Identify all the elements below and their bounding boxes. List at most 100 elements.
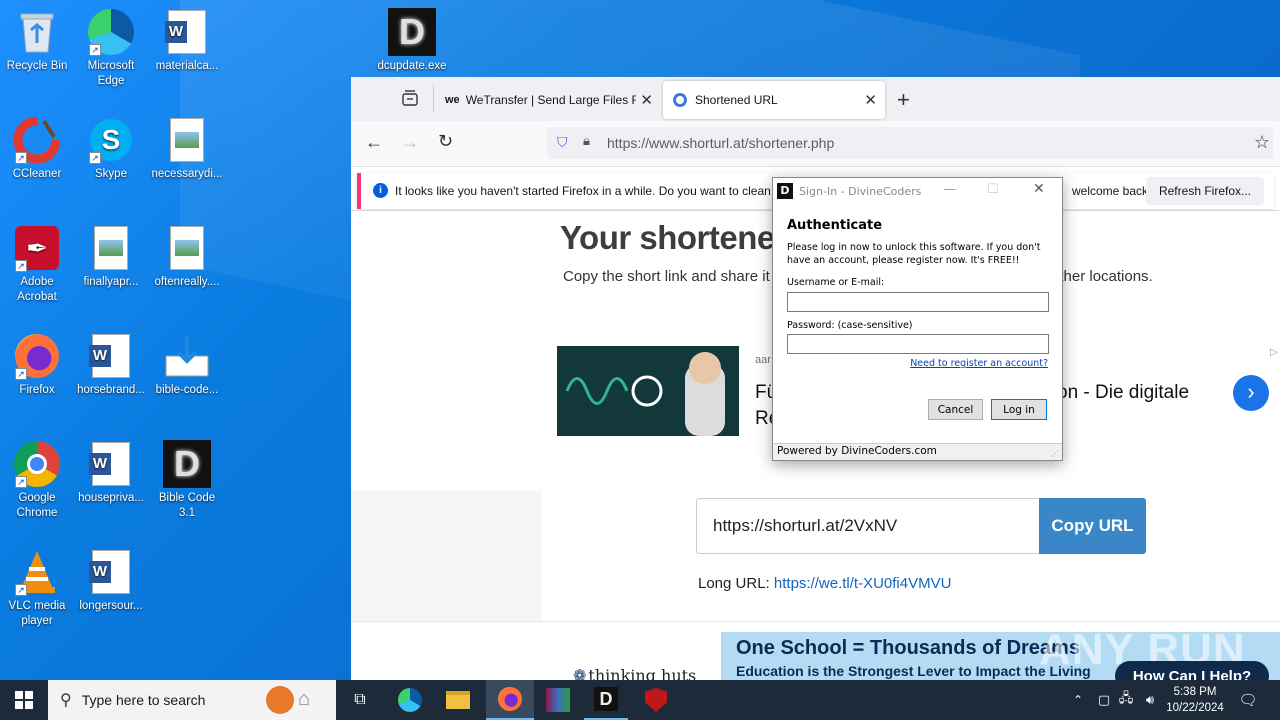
desktop-icon-label: Recycle Bin bbox=[6, 60, 68, 72]
recycle-bin-icon bbox=[13, 8, 61, 56]
tab-overview-icon[interactable] bbox=[401, 89, 419, 107]
meet-now-icon[interactable]: ▢ bbox=[1094, 680, 1114, 720]
image-file-icon bbox=[87, 224, 135, 272]
ad-image bbox=[557, 346, 739, 436]
firefox-icon: ↗ bbox=[13, 332, 61, 380]
short-url-field[interactable]: https://shorturl.at/2VxNV bbox=[696, 498, 1040, 554]
notice-text-tail: welcome back! bbox=[1072, 184, 1152, 198]
skype-icon: S ↗ bbox=[87, 116, 135, 164]
cancel-button[interactable]: Cancel bbox=[928, 399, 983, 420]
desktop-icon-label: Google Chrome bbox=[16, 492, 58, 519]
taskbar: ⚲ Type here to search ⌂ ⧉ D ⌃ ▢ 🖧︎ 🔊︎ 5:… bbox=[0, 680, 1280, 720]
username-label: Username or E-mail: bbox=[787, 277, 885, 288]
tab-bar: we WeTransfer | Send Large Files Fa ✕ Sh… bbox=[351, 77, 1280, 121]
mcafee-icon[interactable] bbox=[634, 680, 678, 720]
edge-taskbar-icon[interactable] bbox=[390, 680, 430, 720]
desktop-icon-word-doc[interactable]: W longersour... bbox=[74, 548, 148, 614]
desktop-icon-label: finallyapr... bbox=[83, 276, 139, 288]
thinking-huts-logo: ❁ thinking huts bbox=[573, 666, 697, 680]
taskbar-search-box[interactable]: ⚲ Type here to search ⌂ bbox=[48, 680, 336, 720]
winrar-icon[interactable] bbox=[536, 680, 580, 720]
download-file-icon bbox=[163, 332, 211, 380]
desktop-icon-word-doc[interactable]: W horsebrand... bbox=[74, 332, 148, 398]
address-bar[interactable]: ⛉ 🔒︎ https://www.shorturl.at/shortener.p… bbox=[547, 127, 1273, 159]
desktop-icon-label: Bible Code 3.1 bbox=[158, 492, 216, 519]
network-icon[interactable]: 🖧︎ bbox=[1116, 680, 1136, 720]
back-icon[interactable]: ← bbox=[365, 132, 383, 153]
adobe-acrobat-icon: ✒ ↗ bbox=[13, 224, 61, 272]
desktop-icon-label: Firefox bbox=[19, 384, 55, 396]
tab-shortened-url[interactable]: Shortened URL ✕ bbox=[663, 81, 885, 119]
desktop-icon-google-chrome[interactable]: ↗ Google Chrome bbox=[0, 440, 74, 521]
divinecoders-taskbar-icon[interactable]: D bbox=[584, 680, 628, 720]
desktop-icon-label: dcupdate.exe bbox=[377, 60, 447, 72]
clock-date: 10/22/2024 bbox=[1166, 702, 1224, 714]
username-input[interactable] bbox=[787, 292, 1049, 312]
word-document-icon: W bbox=[87, 440, 135, 488]
reload-icon[interactable]: ↻ bbox=[438, 131, 453, 152]
refresh-firefox-button[interactable]: Refresh Firefox... bbox=[1145, 177, 1264, 205]
help-chat-button[interactable]: How Can I Help? bbox=[1115, 661, 1269, 680]
clock[interactable]: 5:38 PM 10/22/2024 bbox=[1162, 680, 1228, 720]
dialog-titlebar: D Sign-In - DivineCoders — ☐ ✕ bbox=[773, 178, 1062, 204]
desktop-icon-label: housepriva... bbox=[78, 492, 144, 504]
desktop-icon-image-file[interactable]: oftenreally.... bbox=[150, 224, 224, 290]
bookmark-star-icon[interactable]: ☆ bbox=[1254, 132, 1270, 153]
register-link[interactable]: Need to register an account? bbox=[910, 358, 1048, 369]
banner-subtitle: Education is the Strongest Lever to Impa… bbox=[736, 663, 1091, 679]
maximize-icon[interactable]: ☐ bbox=[987, 182, 999, 197]
info-icon: i bbox=[373, 183, 388, 198]
desktop-icon-skype[interactable]: S ↗ Skype bbox=[74, 116, 148, 182]
desktop-icon-vlc[interactable]: ↗ VLC media player bbox=[0, 548, 74, 629]
desktop-icon-adobe-acrobat[interactable]: ✒ ↗ Adobe Acrobat bbox=[0, 224, 74, 305]
basketball-icon bbox=[266, 686, 294, 714]
desktop-icon-word-doc[interactable]: W housepriva... bbox=[74, 440, 148, 506]
notice-text: It looks like you haven't started Firefo… bbox=[395, 184, 771, 198]
forward-icon[interactable]: → bbox=[401, 132, 419, 153]
desktop-icon-firefox[interactable]: ↗ Firefox bbox=[0, 332, 74, 398]
page-heading: Your shortenec bbox=[560, 219, 793, 256]
close-tab-icon[interactable]: ✕ bbox=[864, 91, 877, 109]
start-button[interactable] bbox=[0, 680, 48, 720]
desktop-icon-dcupdate[interactable]: D dcupdate.exe bbox=[375, 8, 449, 74]
dcupdate-app-icon: D bbox=[388, 8, 436, 56]
close-icon[interactable]: ✕ bbox=[1033, 181, 1045, 197]
desktop-icon-image-file[interactable]: finallyapr... bbox=[74, 224, 148, 290]
desktop-icon-bible-code[interactable]: D Bible Code 3.1 bbox=[150, 440, 224, 521]
dialog-title: Sign-In - DivineCoders bbox=[799, 184, 922, 198]
desktop-icon-microsoft-edge[interactable]: ↗ Microsoft Edge bbox=[74, 8, 148, 89]
edge-icon: ↗ bbox=[87, 8, 135, 56]
file-explorer-icon[interactable] bbox=[438, 680, 478, 720]
volume-icon[interactable]: 🔊︎ bbox=[1140, 680, 1160, 720]
firefox-taskbar-icon[interactable] bbox=[486, 680, 534, 720]
desktop-icon-ccleaner[interactable]: ↗ CCleaner bbox=[0, 116, 74, 182]
word-document-icon: W bbox=[87, 548, 135, 596]
ad-arrow-icon[interactable]: › bbox=[1233, 375, 1269, 411]
page-subtext-tail: other locations. bbox=[1051, 268, 1153, 285]
close-tab-icon[interactable]: ✕ bbox=[640, 91, 653, 109]
resize-grip-icon[interactable]: ⋰ bbox=[1051, 449, 1059, 458]
show-hidden-icons[interactable]: ⌃ bbox=[1068, 680, 1088, 720]
long-url-label: Long URL: bbox=[698, 575, 770, 592]
copy-url-button[interactable]: Copy URL bbox=[1039, 498, 1146, 554]
minimize-icon[interactable]: — bbox=[943, 182, 956, 197]
long-url-link[interactable]: https://we.tl/t-XU0fi4VMVU bbox=[774, 575, 952, 592]
desktop-icon-label: bible-code... bbox=[155, 384, 219, 396]
tab-wetransfer[interactable]: we WeTransfer | Send Large Files Fa ✕ bbox=[435, 81, 661, 119]
password-input[interactable] bbox=[787, 334, 1049, 354]
clock-time: 5:38 PM bbox=[1173, 686, 1217, 698]
desktop-icon-download-file[interactable]: bible-code... bbox=[150, 332, 224, 398]
page-subtext: Copy the short link and share it bbox=[563, 268, 770, 285]
adchoices-icon[interactable]: ▷ bbox=[1270, 347, 1278, 358]
chrome-icon: ↗ bbox=[13, 440, 61, 488]
notifications-icon[interactable]: 🗨︎ bbox=[1234, 680, 1262, 720]
new-tab-icon[interactable]: + bbox=[897, 87, 910, 113]
vlc-icon: ↗ bbox=[13, 548, 61, 596]
desktop-icon-recycle-bin[interactable]: Recycle Bin bbox=[0, 8, 74, 74]
desktop-icon-word-doc[interactable]: W materialca... bbox=[150, 8, 224, 74]
desktop-icon-image-file[interactable]: necessarydi... bbox=[150, 116, 224, 182]
banner-title: One School = Thousands of Dreams bbox=[736, 637, 1080, 659]
desktop-icon-label: VLC media player bbox=[8, 600, 66, 627]
task-view-icon[interactable]: ⧉ bbox=[340, 680, 380, 720]
login-button[interactable]: Log in bbox=[991, 399, 1047, 420]
